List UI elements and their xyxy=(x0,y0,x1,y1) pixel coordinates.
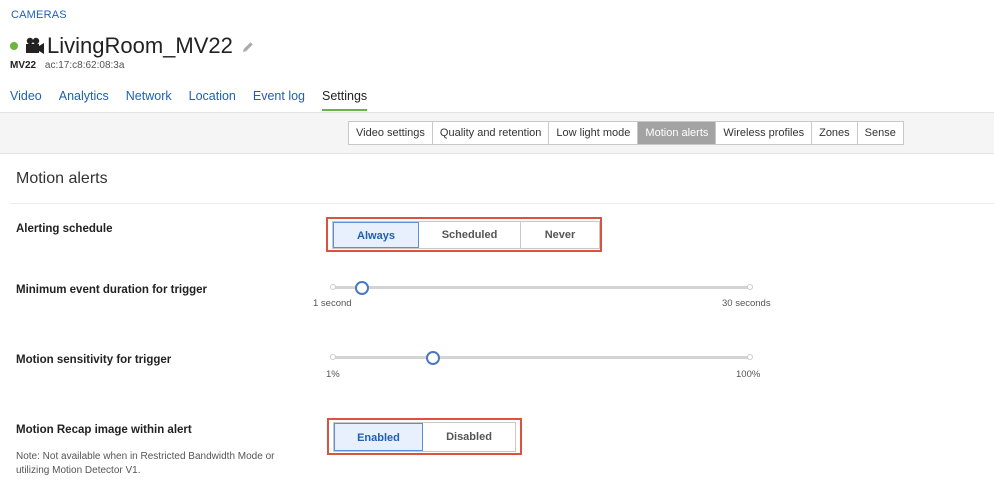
min-duration-max-label: 30 seconds xyxy=(722,298,771,309)
subtab-video-settings[interactable]: Video settings xyxy=(349,122,433,144)
tab-event-log[interactable]: Event log xyxy=(253,89,305,111)
min-duration-start-cap xyxy=(330,284,336,290)
recap-disabled-button[interactable]: Disabled xyxy=(423,423,515,451)
status-dot xyxy=(10,42,18,50)
tab-location[interactable]: Location xyxy=(189,89,236,111)
page-title: LivingRoom_MV22 xyxy=(47,33,233,58)
min-duration-label: Minimum event duration for trigger xyxy=(16,284,208,296)
sensitivity-label: Motion sensitivity for trigger xyxy=(16,354,172,366)
tab-video[interactable]: Video xyxy=(10,89,42,111)
sensitivity-start-cap xyxy=(330,354,336,360)
camera-title-row: LivingRoom_MV22 xyxy=(10,33,254,59)
settings-subbar: Video settings Quality and retention Low… xyxy=(0,112,994,154)
section-divider xyxy=(10,203,994,204)
sensitivity-end-cap xyxy=(747,354,753,360)
pencil-icon[interactable] xyxy=(242,41,254,53)
alerting-schedule-label: Alerting schedule xyxy=(16,223,113,235)
sensitivity-min-label: 1% xyxy=(326,369,340,380)
breadcrumb[interactable]: CAMERAS xyxy=(11,9,67,21)
motion-recap-note: Note: Not available when in Restricted B… xyxy=(16,451,275,476)
section-title: Motion alerts xyxy=(16,170,108,187)
subtab-wireless-profiles[interactable]: Wireless profiles xyxy=(716,122,813,144)
subtab-low-light-mode[interactable]: Low light mode xyxy=(549,122,639,144)
camera-mac: ac:17:c8:62:08:3a xyxy=(44,60,125,71)
sensitivity-slider-thumb[interactable] xyxy=(425,351,440,365)
tab-network[interactable]: Network xyxy=(126,89,172,111)
min-duration-min-label: 1 second xyxy=(313,298,352,309)
motion-recap-segmented: Enabled Disabled xyxy=(333,422,516,452)
min-duration-end-cap xyxy=(747,284,753,290)
alerting-schedule-segmented: Always Scheduled Never xyxy=(332,221,600,249)
main-tabs: Video Analytics Network Location Event l… xyxy=(10,89,384,111)
min-duration-slider-thumb[interactable] xyxy=(355,281,370,295)
schedule-scheduled-button[interactable]: Scheduled xyxy=(419,222,521,248)
subtab-motion-alerts[interactable]: Motion alerts xyxy=(638,122,717,144)
min-duration-slider-track[interactable] xyxy=(333,286,749,289)
recap-enabled-button[interactable]: Enabled xyxy=(334,423,423,451)
camera-subtitle: MV22 ac:17:c8:62:08:3a xyxy=(10,60,124,71)
video-camera-icon xyxy=(26,37,44,54)
tab-analytics[interactable]: Analytics xyxy=(59,89,109,111)
sensitivity-max-label: 100% xyxy=(736,369,761,380)
subtab-zones[interactable]: Zones xyxy=(812,122,858,144)
motion-recap-label: Motion Recap image within alert xyxy=(16,424,192,436)
settings-subtabs: Video settings Quality and retention Low… xyxy=(348,121,904,145)
sensitivity-slider-track[interactable] xyxy=(333,356,749,359)
tab-settings[interactable]: Settings xyxy=(322,89,368,111)
camera-model: MV22 xyxy=(10,60,37,71)
schedule-always-button[interactable]: Always xyxy=(333,222,419,248)
schedule-never-button[interactable]: Never xyxy=(521,222,599,248)
subtab-sense[interactable]: Sense xyxy=(858,122,903,144)
subtab-quality-retention[interactable]: Quality and retention xyxy=(433,122,550,144)
